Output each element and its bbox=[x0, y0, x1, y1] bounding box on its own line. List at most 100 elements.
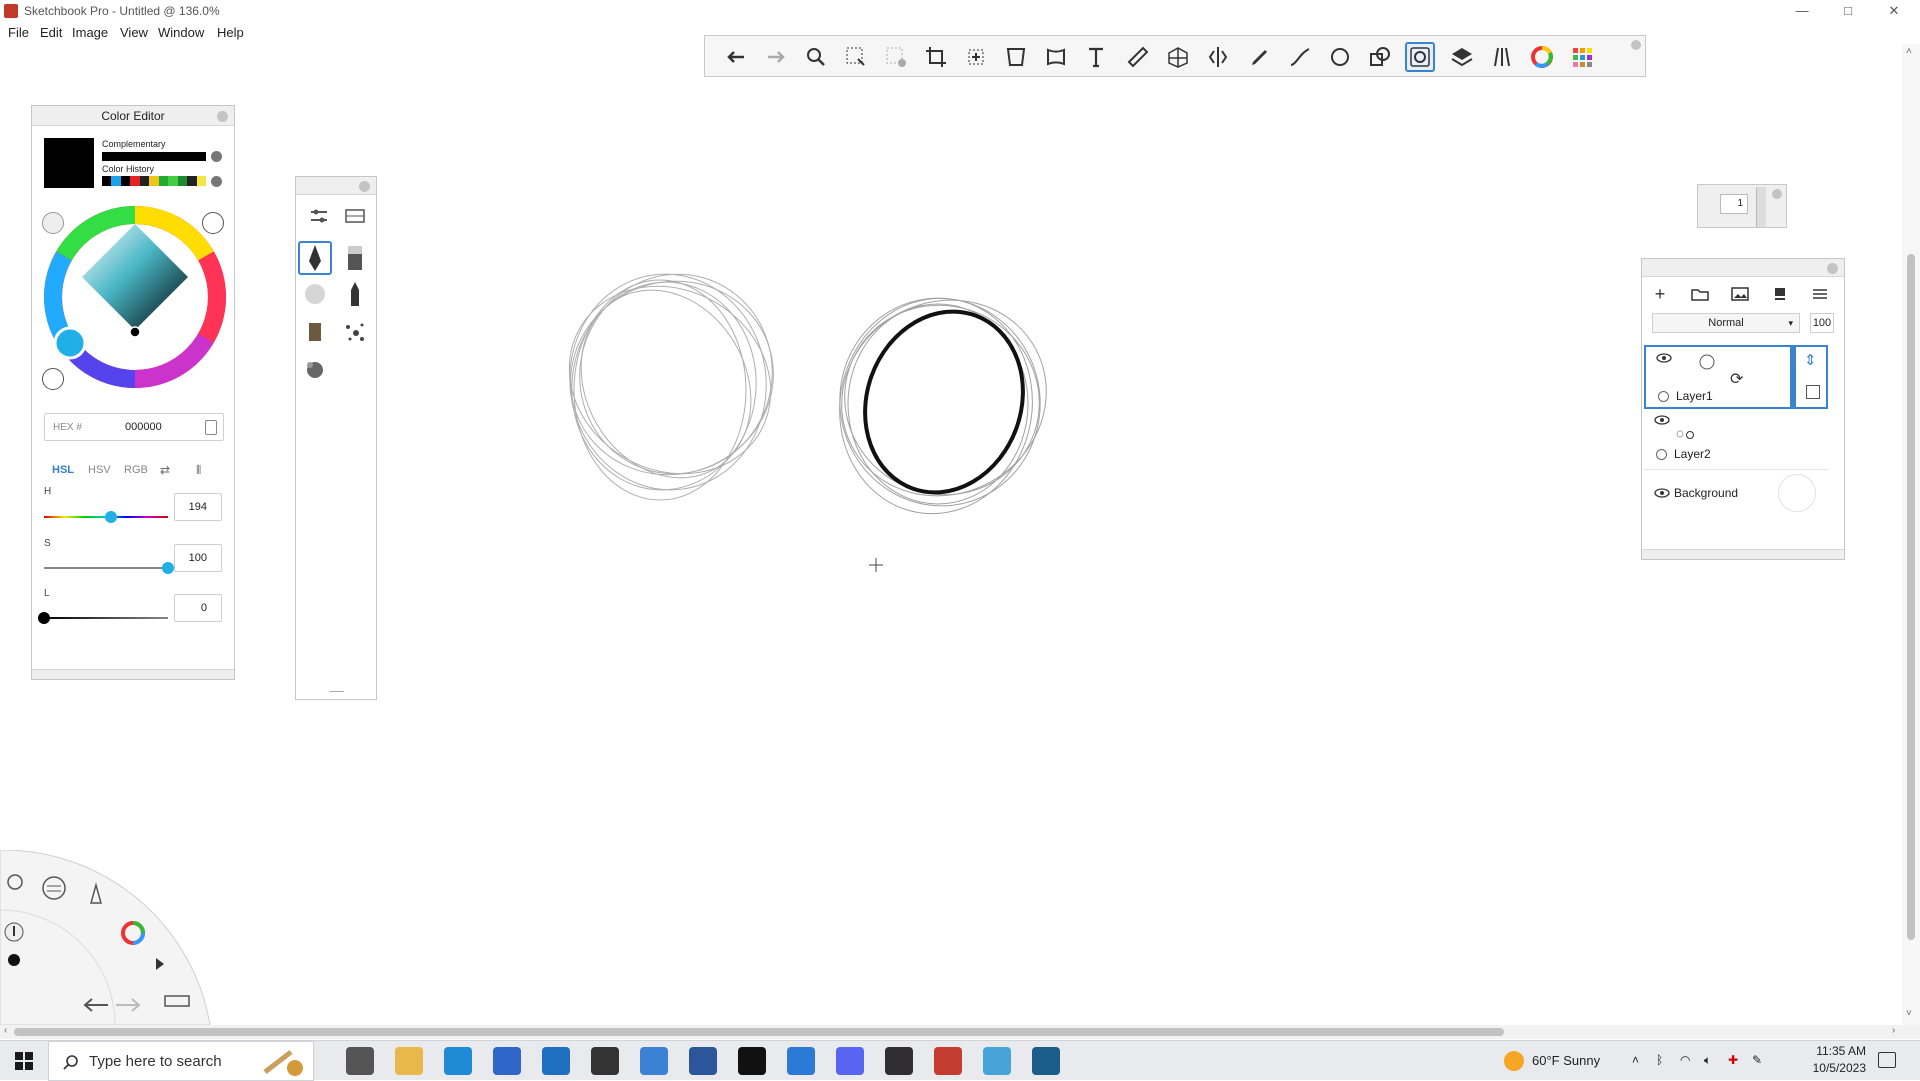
file-explorer-icon[interactable] bbox=[395, 1047, 423, 1075]
wifi-icon[interactable]: ◠ bbox=[1680, 1053, 1690, 1067]
history-swatch[interactable] bbox=[187, 176, 197, 186]
history-swatch[interactable] bbox=[102, 176, 112, 186]
minimize-button[interactable]: — bbox=[1782, 2, 1822, 20]
hex-value[interactable]: 000000 bbox=[125, 421, 162, 433]
add-group-icon[interactable] bbox=[1688, 283, 1712, 305]
brush-size-icon[interactable] bbox=[4, 922, 24, 942]
tab-hsl[interactable]: HSL bbox=[52, 464, 74, 476]
lightness-slider[interactable] bbox=[44, 617, 168, 619]
add-layer-icon[interactable]: + bbox=[1648, 283, 1672, 305]
edge-dev-icon[interactable] bbox=[493, 1047, 521, 1075]
brush-pencil-icon[interactable] bbox=[338, 277, 372, 311]
brush-library-icon[interactable] bbox=[1487, 42, 1517, 72]
notification-icon[interactable] bbox=[1878, 1052, 1896, 1068]
terminal-icon[interactable] bbox=[1032, 1047, 1060, 1075]
eyedropper-icon[interactable] bbox=[202, 212, 224, 234]
close-button[interactable]: ✕ bbox=[1874, 2, 1914, 20]
curve-icon[interactable] bbox=[1285, 42, 1315, 72]
layer-radio[interactable] bbox=[1656, 449, 1667, 460]
eye-icon[interactable] bbox=[1656, 353, 1672, 363]
swatch-bars-icon[interactable]: ⦀ bbox=[196, 463, 201, 478]
history-swatch[interactable] bbox=[168, 176, 178, 186]
tab-rgb[interactable]: RGB bbox=[124, 464, 148, 476]
history-swatch[interactable] bbox=[158, 176, 169, 186]
color-harmony-icon[interactable] bbox=[42, 368, 64, 390]
brush-marker-icon[interactable] bbox=[338, 241, 372, 275]
text-icon[interactable] bbox=[1081, 42, 1111, 72]
current-color-icon[interactable] bbox=[8, 954, 20, 966]
saturation-slider[interactable] bbox=[44, 567, 168, 569]
eye-icon[interactable] bbox=[1654, 415, 1670, 425]
maximize-button[interactable]: □ bbox=[1828, 2, 1868, 20]
hue-value[interactable]: 194 bbox=[174, 493, 222, 521]
history-swatch[interactable] bbox=[139, 176, 150, 186]
crop-icon[interactable] bbox=[921, 42, 951, 72]
task-view-icon[interactable] bbox=[346, 1047, 374, 1075]
opacity-field[interactable]: 100 bbox=[1810, 313, 1834, 333]
weather-icon[interactable] bbox=[1504, 1051, 1524, 1071]
menu-file[interactable]: File bbox=[8, 25, 29, 40]
transform-icon[interactable] bbox=[961, 42, 991, 72]
refresh-icon[interactable]: ⟳ bbox=[1730, 369, 1743, 389]
resize-handle[interactable] bbox=[330, 691, 344, 692]
toolbar-close-icon[interactable] bbox=[1631, 40, 1641, 50]
menu-icon[interactable] bbox=[1808, 283, 1832, 305]
layer-row-background[interactable]: Background bbox=[1644, 469, 1828, 517]
mail-icon[interactable] bbox=[542, 1047, 570, 1075]
layer-row-layer1[interactable]: ⟳ Layer1 bbox=[1644, 345, 1828, 409]
layers-icon[interactable] bbox=[1447, 42, 1477, 72]
shapes-icon[interactable] bbox=[1365, 42, 1395, 72]
layer-options-icon[interactable] bbox=[1806, 385, 1820, 399]
volume-icon[interactable]: 🔈︎ bbox=[1704, 1053, 1711, 1068]
horizontal-scroll-thumb[interactable] bbox=[14, 1028, 1504, 1036]
bluetooth-icon[interactable]: ᛒ bbox=[1656, 1053, 1663, 1067]
blend-mode-select[interactable]: Normal ▾ bbox=[1652, 313, 1800, 333]
page-number[interactable]: 1 bbox=[1720, 194, 1748, 214]
transparent-color-icon[interactable] bbox=[42, 212, 64, 234]
security-icon[interactable]: ✚ bbox=[1728, 1053, 1738, 1067]
tab-hsv[interactable]: HSV bbox=[88, 464, 111, 476]
distort-icon[interactable] bbox=[1001, 42, 1031, 72]
history-swatch[interactable] bbox=[149, 176, 159, 186]
chevron-right-icon[interactable] bbox=[211, 151, 222, 162]
shuffle-icon[interactable]: ⇄ bbox=[160, 463, 170, 477]
copy-icon[interactable] bbox=[205, 420, 217, 435]
zoom-icon[interactable] bbox=[801, 42, 831, 72]
weather-text[interactable]: 60°F Sunny bbox=[1532, 1053, 1600, 1068]
menu-edit[interactable]: Edit bbox=[40, 25, 62, 40]
current-color-swatch[interactable] bbox=[44, 138, 94, 188]
collapse-handle[interactable] bbox=[32, 669, 234, 679]
symmetry-icon[interactable] bbox=[1203, 42, 1233, 72]
undo-icon[interactable] bbox=[721, 42, 751, 72]
windows-start-icon[interactable] bbox=[0, 1041, 48, 1081]
history-swatch[interactable] bbox=[177, 176, 188, 186]
brush-inking-pen-icon[interactable] bbox=[298, 241, 332, 275]
ellipse-icon[interactable] bbox=[1325, 42, 1355, 72]
lightness-value[interactable]: 0 bbox=[174, 594, 222, 622]
add-image-icon[interactable] bbox=[1728, 283, 1752, 305]
drawing-canvas[interactable] bbox=[0, 44, 1900, 1024]
taskbar-search[interactable]: Type here to search bbox=[48, 1041, 314, 1081]
perspective-icon[interactable] bbox=[1163, 42, 1193, 72]
redo-icon[interactable] bbox=[761, 42, 791, 72]
scroll-right-icon[interactable]: › bbox=[1892, 1025, 1895, 1036]
scroll-down-icon[interactable]: ˅ bbox=[1906, 1008, 1912, 1019]
brush-paint-icon[interactable] bbox=[298, 315, 332, 349]
notepad-icon[interactable] bbox=[983, 1047, 1011, 1075]
warp-icon[interactable] bbox=[1041, 42, 1071, 72]
brush-airbrush-icon[interactable] bbox=[298, 277, 332, 311]
color-history-bar[interactable] bbox=[102, 176, 206, 186]
scroll-up-icon[interactable]: ˄ bbox=[1906, 46, 1912, 57]
color-wheel[interactable] bbox=[40, 202, 230, 392]
clear-select-icon[interactable] bbox=[881, 42, 911, 72]
store-icon[interactable] bbox=[640, 1047, 668, 1075]
tiktok-icon[interactable] bbox=[738, 1047, 766, 1075]
color-wheel-icon[interactable] bbox=[1527, 42, 1557, 72]
obs-icon[interactable] bbox=[885, 1047, 913, 1075]
history-swatch[interactable] bbox=[120, 176, 131, 186]
history-swatch[interactable] bbox=[111, 176, 121, 186]
layer-row-layer2[interactable]: Layer2 bbox=[1644, 411, 1828, 467]
saturation-value[interactable]: 100 bbox=[174, 544, 222, 572]
history-swatch[interactable] bbox=[196, 176, 206, 186]
word-icon[interactable] bbox=[689, 1047, 717, 1075]
